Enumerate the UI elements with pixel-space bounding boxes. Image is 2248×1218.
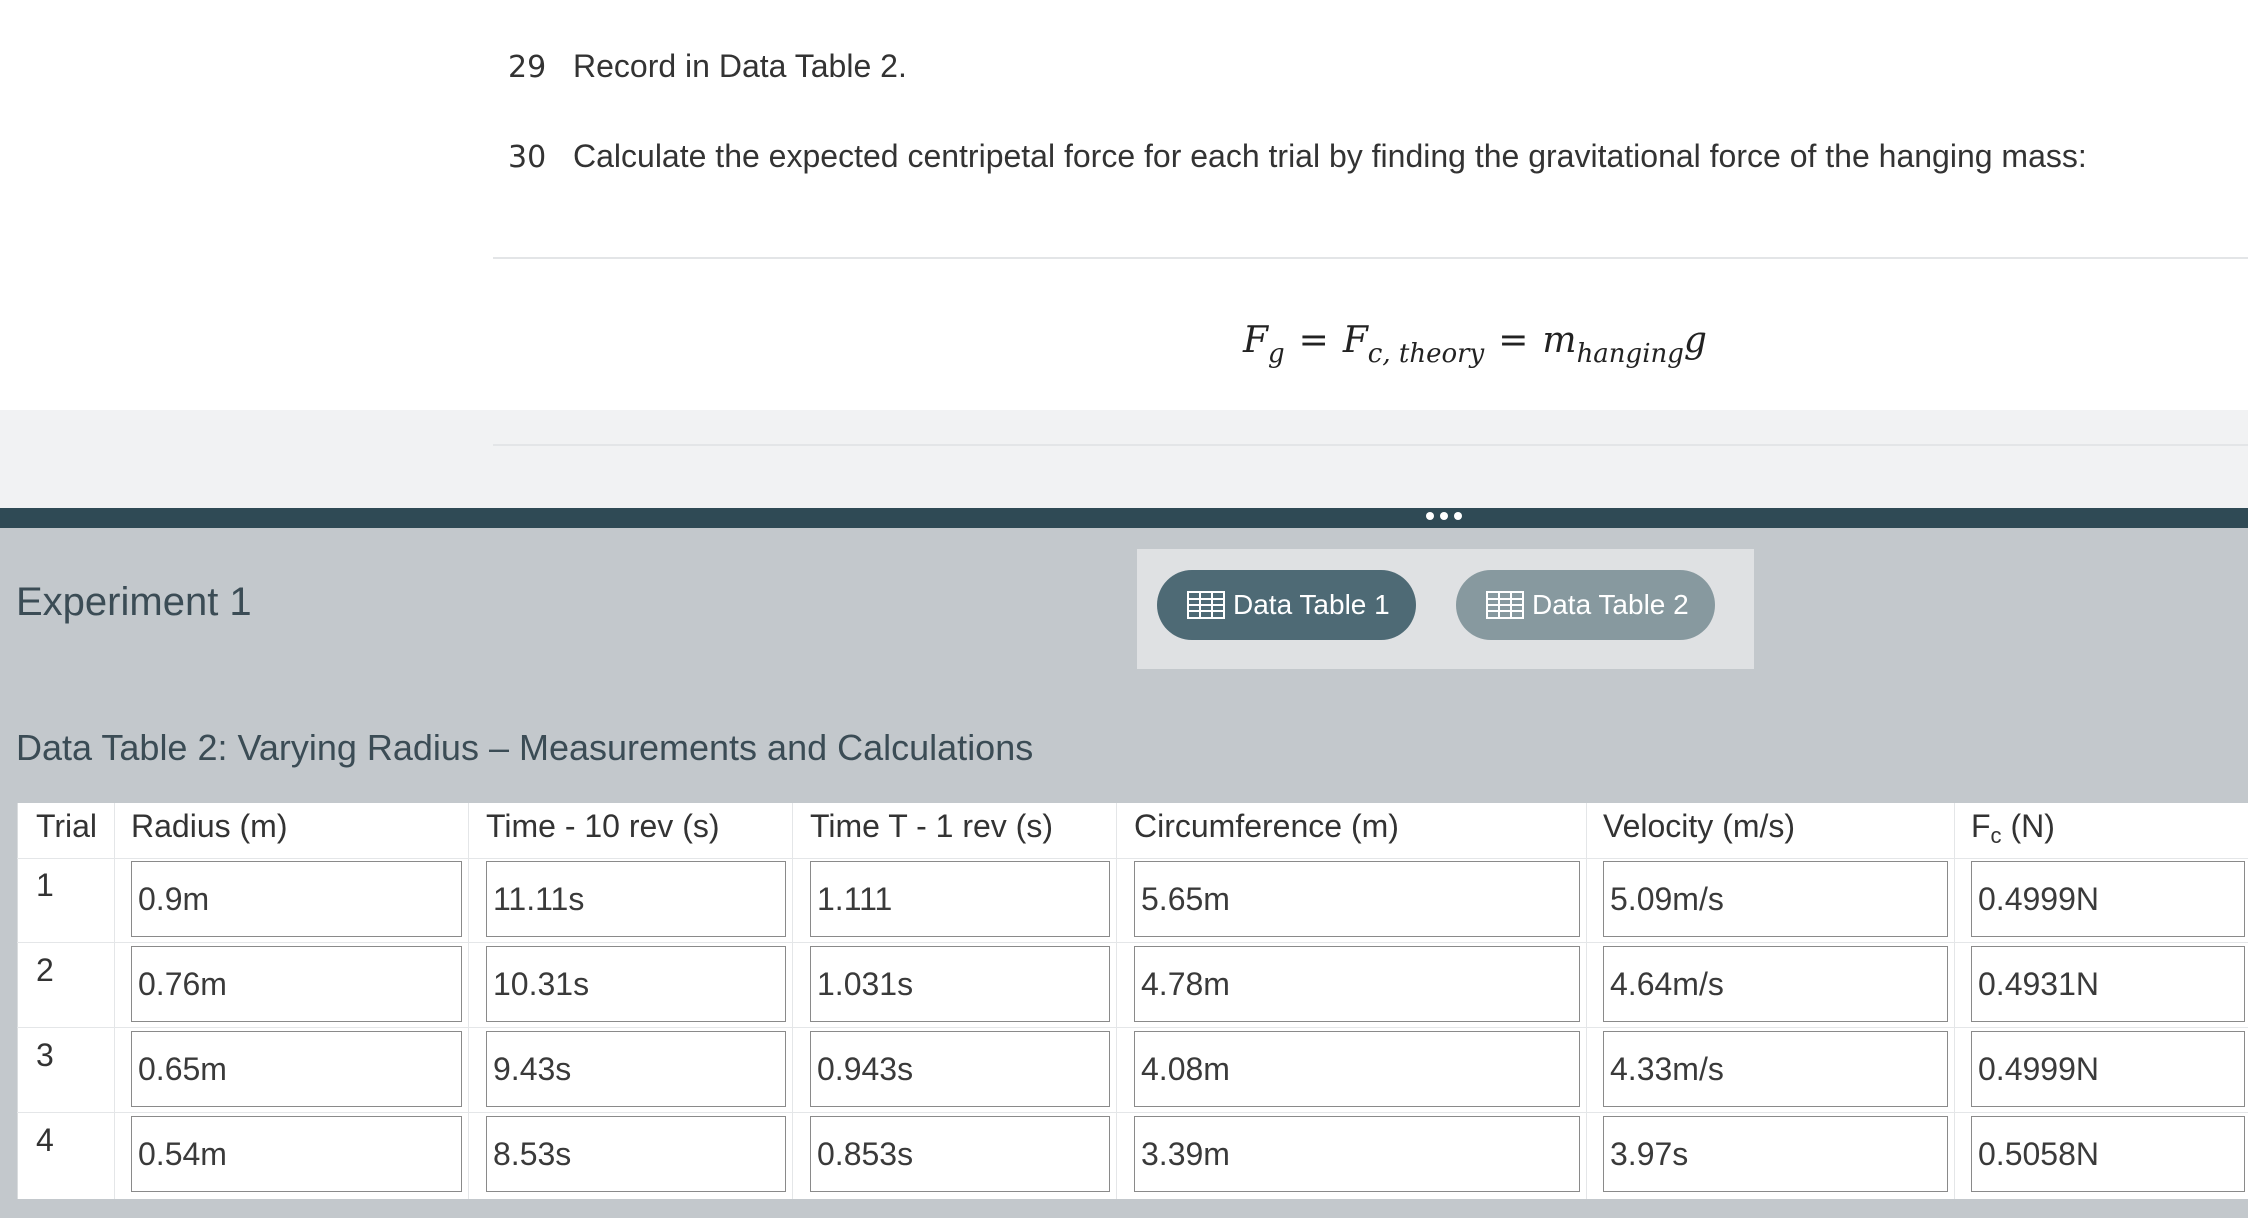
time-10-rev-input[interactable]: 8.53s: [486, 1116, 786, 1192]
column-header-time-10-rev: Time - 10 rev (s): [486, 808, 720, 844]
circumference-input[interactable]: 4.78m: [1134, 946, 1580, 1022]
time-1-rev-input[interactable]: 0.943s: [810, 1031, 1110, 1107]
divider: [493, 257, 2248, 259]
velocity-input[interactable]: 4.64m/s: [1603, 946, 1948, 1022]
trial-number: 1: [36, 867, 54, 903]
velocity-input[interactable]: 5.09m/s: [1603, 861, 1948, 937]
column-header-circumference: Circumference (m): [1134, 808, 1399, 844]
column-header-radius: Radius (m): [131, 808, 288, 844]
step-text: Record in Data Table 2.: [573, 48, 907, 84]
radius-input[interactable]: 0.76m: [131, 946, 462, 1022]
column-header-force: Fc (N): [1971, 808, 2055, 849]
force-symbol: F: [1971, 808, 1991, 844]
time-10-rev-input[interactable]: 11.11s: [486, 861, 786, 937]
column-divider: [468, 803, 469, 1199]
divider: [493, 444, 2248, 446]
column-header-trial: Trial: [36, 808, 98, 844]
step-number: 30: [508, 140, 547, 175]
time-1-rev-input[interactable]: 1.111: [810, 861, 1110, 937]
circumference-input[interactable]: 5.65m: [1134, 861, 1580, 937]
table-icon: [1486, 591, 1524, 619]
tab-data-table-2[interactable]: Data Table 2: [1456, 570, 1715, 640]
radius-input[interactable]: 0.9m: [131, 861, 462, 937]
force-formula: Fg = Fc, theory = mhangingg: [1243, 320, 1707, 369]
trial-number: 4: [36, 1122, 54, 1158]
formula-subscript: g: [1267, 339, 1285, 369]
tab-label: Data Table 1: [1233, 589, 1390, 620]
tab-data-table-1[interactable]: Data Table 1: [1157, 570, 1416, 640]
circumference-input[interactable]: 3.39m: [1134, 1116, 1580, 1192]
column-divider: [1954, 803, 1955, 1199]
time-1-rev-input[interactable]: 1.031s: [810, 946, 1110, 1022]
formula-equals: =: [1298, 320, 1329, 361]
trial-number: 2: [36, 952, 54, 988]
force-input[interactable]: 0.4931N: [1971, 946, 2245, 1022]
formula-equals: =: [1498, 320, 1529, 361]
column-divider: [1586, 803, 1587, 1199]
row-divider: [17, 1027, 2248, 1028]
force-subscript: c: [1990, 823, 2002, 848]
column-divider: [1116, 803, 1117, 1199]
instructions-pane-footer: [0, 410, 2248, 508]
instructions-pane: [0, 0, 2248, 410]
experiment-title: Experiment 1: [16, 580, 252, 624]
velocity-input[interactable]: 3.97s: [1603, 1116, 1948, 1192]
radius-input[interactable]: 0.65m: [131, 1031, 462, 1107]
force-input[interactable]: 0.4999N: [1971, 1031, 2245, 1107]
time-1-rev-input[interactable]: 0.853s: [810, 1116, 1110, 1192]
time-10-rev-input[interactable]: 10.31s: [486, 946, 786, 1022]
radius-input[interactable]: 0.54m: [131, 1116, 462, 1192]
row-divider: [17, 942, 2248, 943]
step-30: 30 Calculate the expected centripetal fo…: [508, 138, 2087, 175]
column-header-velocity: Velocity (m/s): [1603, 808, 1796, 844]
formula-symbol: m: [1542, 320, 1577, 361]
force-input[interactable]: 0.4999N: [1971, 861, 2245, 937]
formula-subscript: c, theory: [1367, 339, 1485, 369]
row-divider: [17, 858, 2248, 859]
force-input[interactable]: 0.5058N: [1971, 1116, 2245, 1192]
circumference-input[interactable]: 4.08m: [1134, 1031, 1580, 1107]
row-divider: [17, 1112, 2248, 1113]
formula-symbol: g: [1683, 320, 1707, 361]
table-icon: [1187, 591, 1225, 619]
column-divider: [792, 803, 793, 1199]
table-title: Data Table 2: Varying Radius – Measureme…: [16, 727, 1034, 768]
time-10-rev-input[interactable]: 9.43s: [486, 1031, 786, 1107]
velocity-input[interactable]: 4.33m/s: [1603, 1031, 1948, 1107]
drag-handle-icon[interactable]: [1426, 512, 1462, 520]
tab-label: Data Table 2: [1532, 589, 1689, 620]
trial-number: 3: [36, 1037, 54, 1073]
formula-symbol: F: [1243, 320, 1268, 361]
step-number: 29: [508, 50, 547, 85]
formula-symbol: F: [1342, 320, 1368, 361]
column-divider: [114, 803, 115, 1199]
step-text: Calculate the expected centripetal force…: [573, 138, 2087, 174]
column-header-time-1-rev: Time T - 1 rev (s): [810, 808, 1053, 844]
force-unit: (N): [2001, 808, 2055, 844]
formula-subscript: hanging: [1576, 339, 1684, 369]
pane-splitter[interactable]: [0, 508, 2248, 528]
step-29: 29 Record in Data Table 2.: [508, 48, 907, 85]
